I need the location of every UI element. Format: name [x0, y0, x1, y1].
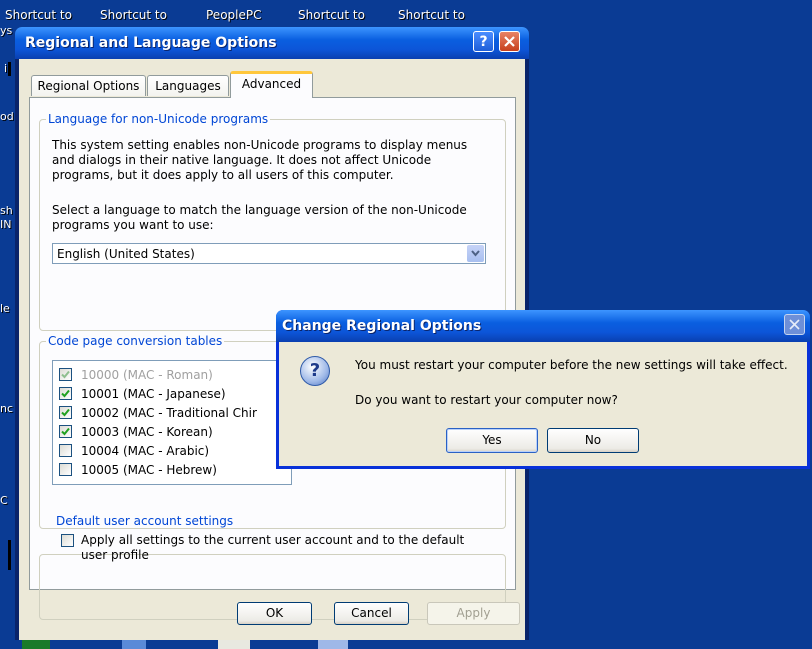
nonunicode-description: This system setting enables non-Unicode …	[52, 138, 468, 182]
excel-icon[interactable]	[22, 640, 50, 649]
codepage-listbox[interactable]: 10000 (MAC - Roman) 10001 (MAC - Japanese…	[52, 360, 292, 485]
codepage-checkbox[interactable]	[59, 444, 72, 457]
codepage-legend: Code page conversion tables	[46, 334, 225, 348]
dialog-client: ? You must restart your computer before …	[279, 342, 807, 466]
tab-regional-options[interactable]: Regional Options	[31, 75, 146, 96]
codepage-checkbox[interactable]	[59, 368, 72, 381]
dialog-title: Change Regional Options	[282, 318, 482, 334]
window-titlebar[interactable]: Regional and Language Options ?	[15, 27, 529, 59]
document-icon[interactable]	[122, 640, 146, 649]
language-select[interactable]: English (United States)	[52, 243, 486, 264]
window-icon[interactable]	[318, 640, 348, 649]
dropdown-button[interactable]	[467, 245, 484, 262]
codepage-label: 10002 (MAC - Traditional Chir	[81, 406, 257, 420]
chevron-down-icon	[471, 250, 480, 257]
tab-languages[interactable]: Languages	[147, 75, 229, 96]
desktop-icon-label-fragment: ys	[0, 24, 13, 37]
help-icon: ?	[479, 34, 488, 50]
desktop-shortcut-label[interactable]: PeoplePC	[206, 8, 261, 22]
codepage-label: 10000 (MAC - Roman)	[81, 368, 213, 382]
codepage-label: 10004 (MAC - Arabic)	[81, 444, 210, 458]
desktop-shortcut-label[interactable]: Shortcut to	[5, 8, 72, 22]
tab-advanced[interactable]: Advanced	[230, 71, 313, 98]
desktop-icon-label-fragment: nc	[0, 402, 14, 415]
desktop-edge-mark	[8, 62, 11, 76]
no-button[interactable]: No	[547, 428, 639, 453]
close-icon	[504, 36, 515, 47]
desktop-shortcut-label[interactable]: Shortcut to	[398, 8, 465, 22]
desktop-icon-label-fragment: C	[0, 494, 8, 507]
codepage-label: 10001 (MAC - Japanese)	[81, 387, 226, 401]
yes-button[interactable]: Yes	[446, 428, 538, 453]
desktop-icon-label-fragment: IN	[0, 218, 12, 231]
codepage-checkbox[interactable]	[59, 463, 72, 476]
codepage-checkbox[interactable]	[59, 425, 72, 438]
checkmark-icon	[61, 389, 70, 398]
desktop-icon-label-fragment: od	[0, 110, 14, 123]
codepage-label: 10005 (MAC - Hebrew)	[81, 463, 217, 477]
desktop-shortcut-label[interactable]: Shortcut to	[298, 8, 365, 22]
checkmark-icon	[61, 408, 70, 417]
desktop-shortcut-label[interactable]: Shortcut to	[100, 8, 167, 22]
question-icon: ?	[300, 356, 330, 386]
select-language-prompt: Select a language to match the language …	[52, 203, 467, 232]
apply-all-checkbox-label: Apply all settings to the current user a…	[81, 533, 465, 562]
ok-button[interactable]: OK	[237, 602, 312, 625]
dialog-question: Do you want to restart your computer now…	[355, 393, 618, 407]
help-button[interactable]: ?	[473, 31, 494, 52]
default-user-legend: Default user account settings	[54, 514, 236, 528]
codepage-checkbox[interactable]	[59, 406, 72, 419]
apply-button[interactable]: Apply	[427, 602, 520, 625]
close-button[interactable]	[499, 31, 520, 52]
desktop-icon-label-fragment: sh	[0, 204, 13, 217]
close-icon	[789, 319, 800, 330]
language-select-value: English (United States)	[57, 247, 195, 261]
codepage-label: 10003 (MAC - Korean)	[81, 425, 213, 439]
checkmark-icon	[61, 427, 70, 436]
nonunicode-legend: Language for non-Unicode programs	[46, 112, 271, 126]
change-regional-options-dialog: Change Regional Options ? You must resta…	[276, 310, 810, 469]
desktop-edge-mark	[8, 540, 11, 570]
dialog-titlebar[interactable]: Change Regional Options	[276, 310, 810, 342]
window-title: Regional and Language Options	[25, 35, 277, 51]
desktop-icon-label-fragment: le	[0, 302, 10, 315]
cancel-button[interactable]: Cancel	[334, 602, 409, 625]
desktop-icon-label-fragment: i	[4, 62, 8, 75]
codepage-checkbox[interactable]	[59, 387, 72, 400]
dialog-close-button[interactable]	[784, 314, 805, 335]
apply-all-settings-checkbox[interactable]: Apply all settings to the current user a…	[61, 532, 481, 566]
checkmark-icon	[61, 370, 70, 379]
spreadsheet-file-icon[interactable]	[218, 640, 250, 649]
taskbar-icons	[0, 640, 812, 649]
dialog-message: You must restart your computer before th…	[355, 358, 788, 372]
apply-all-checkbox-box[interactable]	[61, 534, 74, 547]
